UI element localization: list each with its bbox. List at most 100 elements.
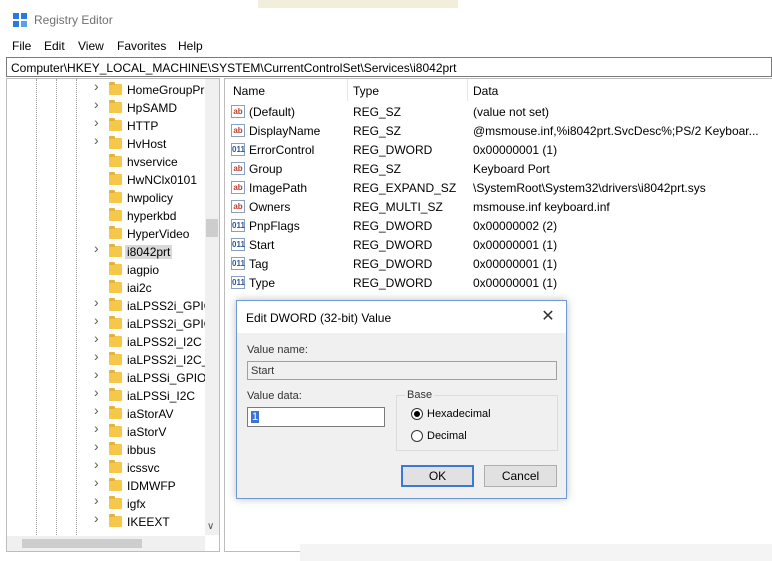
hexadecimal-radio[interactable]: [411, 408, 423, 420]
tree-item[interactable]: › igfx: [7, 493, 207, 513]
value-row[interactable]: 011 Start REG_DWORD 0x00000001 (1): [225, 236, 772, 255]
chevron-right-icon[interactable]: ›: [94, 367, 102, 381]
value-type: REG_DWORD: [353, 238, 433, 252]
chevron-right-icon[interactable]: ›: [94, 421, 102, 435]
chevron-right-icon[interactable]: ›: [94, 403, 102, 417]
value-row[interactable]: ab ImagePath REG_EXPAND_SZ \SystemRoot\Syst…: [225, 179, 772, 198]
chevron-right-icon[interactable]: ›: [94, 313, 102, 327]
tree-item-label: HwNClx0101: [127, 173, 198, 187]
key-tree-pane[interactable]: › HomeGroupPr › HpSAMD › HTTP › HvHost hvservice…: [6, 78, 220, 552]
hexadecimal-label[interactable]: Hexadecimal: [427, 408, 491, 420]
tree-horizontal-scrollbar[interactable]: [7, 536, 205, 551]
folder-icon: [109, 298, 122, 311]
tree-item[interactable]: › iaLPSSi_I2C: [7, 385, 207, 405]
value-name: DisplayName: [249, 124, 321, 138]
decimal-radio[interactable]: [411, 430, 423, 442]
tree-item[interactable]: › iaStorAV: [7, 403, 207, 423]
tree-item-label: iaLPSSi_I2C: [127, 389, 196, 403]
chevron-right-icon[interactable]: ›: [94, 115, 102, 129]
tree-item[interactable]: › IKEEXT: [7, 511, 207, 531]
tree-item[interactable]: › iaStorV: [7, 421, 207, 441]
tree-item[interactable]: › ibbus: [7, 439, 207, 459]
value-name: Group: [249, 162, 283, 176]
chevron-right-icon[interactable]: ›: [94, 349, 102, 363]
value-type: REG_MULTI_SZ: [353, 200, 443, 214]
column-separator[interactable]: [347, 79, 348, 101]
chevron-right-icon[interactable]: ›: [94, 79, 102, 93]
tree-item[interactable]: › iaLPSS2i_I2C_B: [7, 349, 216, 369]
value-name: PnpFlags: [249, 219, 300, 233]
value-row[interactable]: 011 ErrorControl REG_DWORD 0x00000001 (1): [225, 141, 772, 160]
value-row[interactable]: 011 Tag REG_DWORD 0x00000001 (1): [225, 255, 772, 274]
base-group: [396, 395, 558, 451]
tree-item[interactable]: hwpolicy: [7, 189, 207, 207]
tree-item[interactable]: › i8042prt: [7, 241, 207, 261]
column-header-type[interactable]: Type: [353, 84, 379, 98]
tree-horizontal-scroll-thumb[interactable]: [22, 539, 142, 548]
scroll-down-arrow-icon[interactable]: ∨: [207, 521, 214, 532]
value-name: ImagePath: [249, 181, 308, 195]
menu-edit[interactable]: Edit: [44, 39, 65, 53]
tree-item[interactable]: iagpio: [7, 261, 207, 279]
cancel-button[interactable]: Cancel: [484, 465, 557, 487]
menu-view[interactable]: View: [78, 39, 104, 53]
chevron-right-icon[interactable]: ›: [94, 331, 102, 345]
chevron-right-icon[interactable]: ›: [94, 439, 102, 453]
tree-item[interactable]: › HomeGroupPr: [7, 79, 207, 99]
value-row[interactable]: 011 PnpFlags REG_DWORD 0x00000002 (2): [225, 217, 772, 236]
binary-value-icon: 011: [231, 219, 245, 232]
value-row[interactable]: ab Group REG_SZ Keyboard Port: [225, 160, 772, 179]
tree-item[interactable]: › iaLPSS2i_GPIO: [7, 295, 213, 315]
value-name: Type: [249, 276, 276, 290]
menu-file[interactable]: File: [12, 39, 31, 53]
value-data: (value not set): [473, 105, 550, 119]
column-header-data[interactable]: Data: [473, 84, 498, 98]
tree-item[interactable]: › iaLPSS2i_I2C: [7, 331, 207, 351]
tree-item[interactable]: › iaLPSSi_GPIO: [7, 367, 207, 387]
tree-item[interactable]: › icssvc: [7, 457, 207, 477]
tree-item[interactable]: › iaLPSS2i_GPIO: [7, 313, 213, 333]
chevron-right-icon[interactable]: ›: [94, 475, 102, 489]
value-data-input[interactable]: 1: [247, 407, 385, 427]
tree-item[interactable]: › HTTP: [7, 115, 207, 135]
value-row[interactable]: ab Owners REG_MULTI_SZ msmouse.inf keyboard…: [225, 198, 772, 217]
tree-item-label: iaLPSS2i_GPIO: [127, 317, 214, 331]
column-separator[interactable]: [467, 79, 468, 101]
chevron-right-icon[interactable]: ›: [94, 493, 102, 507]
tree-item[interactable]: HyperVideo: [7, 225, 207, 243]
value-type: REG_DWORD: [353, 143, 433, 157]
string-value-icon: ab: [231, 200, 245, 213]
tree-item-label: iaLPSSi_GPIO: [127, 371, 207, 385]
value-name: ErrorControl: [249, 143, 315, 157]
ok-button[interactable]: OK: [401, 465, 474, 487]
tree-item[interactable]: hvservice: [7, 153, 207, 171]
close-icon[interactable]: ✕: [537, 307, 559, 327]
tree-item[interactable]: iai2c: [7, 279, 207, 297]
chevron-right-icon[interactable]: ›: [94, 133, 102, 147]
chevron-right-icon[interactable]: ›: [94, 97, 102, 111]
decimal-label[interactable]: Decimal: [427, 430, 467, 442]
chevron-right-icon[interactable]: ›: [94, 511, 102, 525]
chevron-right-icon[interactable]: ›: [94, 385, 102, 399]
tree-item[interactable]: › HpSAMD: [7, 97, 207, 117]
tree-item[interactable]: › HvHost: [7, 133, 207, 153]
value-data: 0x00000001 (1): [473, 143, 558, 157]
chevron-right-icon[interactable]: ›: [94, 241, 102, 255]
chevron-right-icon[interactable]: ›: [94, 295, 102, 309]
menu-favorites[interactable]: Favorites: [117, 39, 166, 53]
tree-item[interactable]: › IDMWFP: [7, 475, 207, 495]
address-bar[interactable]: Computer\HKEY_LOCAL_MACHINE\SYSTEM\Curre…: [6, 57, 772, 77]
value-name-label: Value name:: [247, 344, 308, 356]
tree-item[interactable]: hyperkbd: [7, 207, 207, 225]
tree-item-label: iaLPSS2i_I2C_B: [127, 353, 217, 367]
value-row[interactable]: ab DisplayName REG_SZ @msmouse.inf,%i8042pr…: [225, 122, 772, 141]
tree-vertical-scrollbar[interactable]: ∨: [205, 79, 219, 535]
menu-help[interactable]: Help: [178, 39, 203, 53]
value-row[interactable]: 011 Type REG_DWORD 0x00000001 (1): [225, 274, 772, 293]
tree-vertical-scroll-thumb[interactable]: [206, 219, 218, 237]
column-header-name[interactable]: Name: [233, 84, 265, 98]
chevron-right-icon[interactable]: ›: [94, 457, 102, 471]
tree-item[interactable]: HwNClx0101: [7, 171, 207, 189]
folder-icon: [109, 442, 122, 455]
value-row[interactable]: ab (Default) REG_SZ (value not set): [225, 103, 772, 122]
